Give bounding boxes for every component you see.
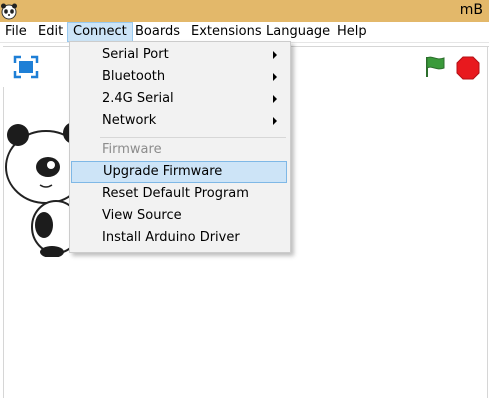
menu-item-label: Bluetooth xyxy=(102,69,166,84)
menu-edit[interactable]: Edit xyxy=(33,23,68,41)
fullscreen-icon[interactable] xyxy=(13,55,39,79)
menu-item-bluetooth[interactable]: Bluetooth xyxy=(71,66,287,88)
menu-extensions[interactable]: Extensions xyxy=(186,23,267,41)
menu-item-label: 2.4G Serial xyxy=(102,91,174,106)
green-flag-icon[interactable] xyxy=(423,55,447,79)
menu-item-label: Install Arduino Driver xyxy=(102,230,240,245)
submenu-arrow-icon xyxy=(273,117,277,125)
menu-bar: File Edit Connect Boards Extensions Lang… xyxy=(0,22,489,43)
menu-item-network[interactable]: Network xyxy=(71,110,287,132)
menu-item-reset-default-program[interactable]: Reset Default Program xyxy=(71,183,287,205)
stop-sign-icon[interactable] xyxy=(456,56,480,80)
submenu-arrow-icon xyxy=(273,51,277,59)
title-bar: mB xyxy=(0,0,489,22)
submenu-arrow-icon xyxy=(273,95,277,103)
menu-item-label: View Source xyxy=(102,208,182,223)
menu-item-2-4g-serial[interactable]: 2.4G Serial xyxy=(71,88,287,110)
menu-item-label: Serial Port xyxy=(102,47,169,62)
panda-icon xyxy=(1,3,17,20)
connect-menu: Serial Port Bluetooth 2.4G Serial Networ… xyxy=(69,41,291,253)
submenu-arrow-icon xyxy=(273,73,277,81)
menu-help[interactable]: Help xyxy=(332,23,372,41)
menu-item-label: Network xyxy=(102,113,157,128)
menu-separator xyxy=(100,137,286,138)
menu-language[interactable]: Language xyxy=(261,23,335,41)
menu-boards[interactable]: Boards xyxy=(130,23,185,41)
menu-item-view-source[interactable]: View Source xyxy=(71,205,287,227)
menu-item-firmware: Firmware xyxy=(71,139,287,161)
menu-item-label: Upgrade Firmware xyxy=(103,164,223,179)
menu-item-label: Reset Default Program xyxy=(102,186,249,201)
menu-item-upgrade-firmware[interactable]: Upgrade Firmware xyxy=(71,161,287,183)
menu-item-label: Firmware xyxy=(102,142,162,157)
menu-item-install-arduino-driver[interactable]: Install Arduino Driver xyxy=(71,227,287,249)
menu-connect[interactable]: Connect xyxy=(67,22,133,42)
menu-item-serial-port[interactable]: Serial Port xyxy=(71,44,287,66)
window-title: mB xyxy=(459,2,483,18)
menu-file[interactable]: File xyxy=(0,23,32,41)
panel-border xyxy=(487,46,488,398)
